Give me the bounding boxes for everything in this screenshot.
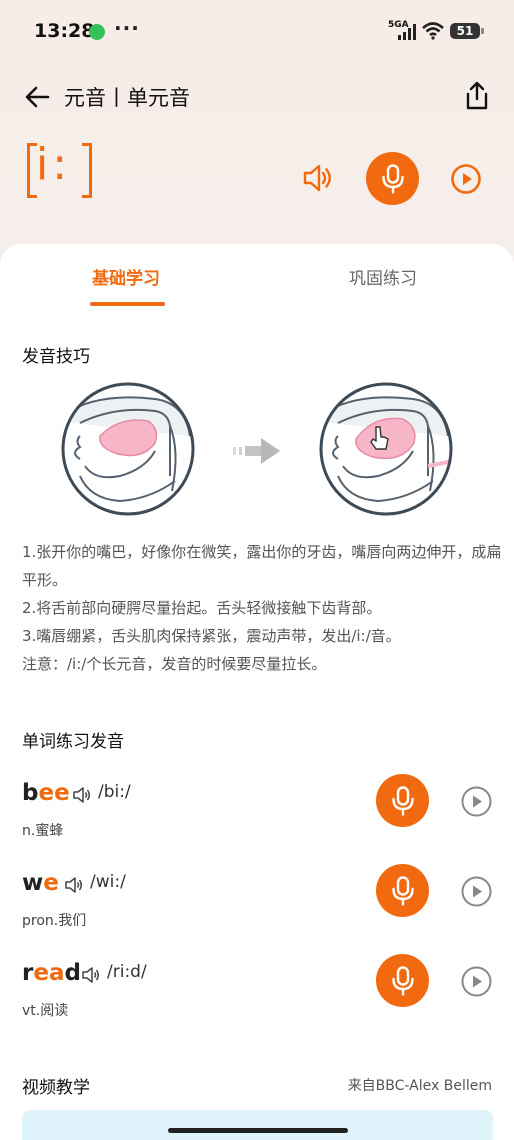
back-arrow-icon[interactable] — [24, 84, 50, 110]
battery-indicator: 51 — [450, 23, 484, 39]
phoneme-bracket-right — [82, 143, 92, 198]
pronunciation-tips-title: 发音技巧 — [22, 347, 90, 367]
tip-line: 2.将舌前部向硬腭尽量抬起。舌头轻微接触下齿背部。 — [22, 599, 382, 617]
video-teaching-title: 视频教学 — [22, 1078, 90, 1098]
wechat-notification-icon — [89, 24, 105, 40]
word-definition: vt.阅读 — [22, 1003, 69, 1019]
tab-basic-learning[interactable]: 基础学习 — [92, 264, 160, 289]
play-icon[interactable] — [450, 163, 482, 195]
record-button[interactable] — [376, 954, 429, 1007]
microphone-icon — [391, 875, 414, 906]
word-definition: n.蜜蜂 — [22, 823, 64, 839]
video-source: 来自BBC-Alex Bellem — [347, 1078, 492, 1094]
microphone-icon — [381, 163, 404, 194]
play-icon[interactable] — [461, 966, 492, 997]
mouth-diagram-after-icon — [319, 382, 453, 516]
word-row: bee /bi:/ n.蜜蜂 — [0, 774, 514, 850]
word-phonetic: /wi:/ — [90, 872, 126, 892]
share-icon[interactable] — [462, 80, 492, 112]
speaker-icon[interactable] — [81, 965, 101, 985]
speaker-icon[interactable] — [302, 162, 334, 194]
word-text: read — [22, 960, 81, 986]
status-time: 13:28 — [34, 20, 95, 42]
speaker-icon[interactable] — [64, 875, 84, 895]
word-text: bee — [22, 780, 70, 806]
transition-arrow-icon — [233, 438, 280, 464]
tab-consolidation-practice[interactable]: 巩固练习 — [349, 264, 417, 289]
pronunciation-tips: 1.张开你的嘴巴，好像你在微笑，露出你的牙齿，嘴唇向两边伸开，成扁平形。 2.将… — [22, 538, 502, 678]
wifi-icon — [422, 22, 444, 40]
mouth-diagram-before-icon — [61, 382, 195, 516]
word-definition: pron.我们 — [22, 913, 87, 929]
play-icon[interactable] — [461, 786, 492, 817]
record-button[interactable] — [366, 152, 419, 205]
signal-icon — [398, 24, 416, 40]
play-icon[interactable] — [461, 876, 492, 907]
page-title: 元音丨单元音 — [64, 86, 190, 110]
video-player[interactable] — [22, 1110, 493, 1140]
word-phonetic: /bi:/ — [98, 782, 131, 802]
active-tab-indicator — [90, 302, 165, 306]
record-button[interactable] — [376, 864, 429, 917]
tip-line: 注意：/i:/个长元音，发音的时候要尽量拉长。 — [22, 655, 327, 673]
tip-line: 1.张开你的嘴巴，好像你在微笑，露出你的牙齿，嘴唇向两边伸开，成扁平形。 — [22, 543, 502, 589]
tip-line: 3.嘴唇绷紧，舌头肌肉保持紧张，震动声带，发出/i:/音。 — [22, 627, 401, 645]
speaker-icon[interactable] — [72, 785, 92, 805]
word-phonetic: /ri:d/ — [107, 962, 147, 982]
home-indicator[interactable] — [168, 1128, 348, 1133]
microphone-icon — [391, 965, 414, 996]
word-row: we /wi:/ pron.我们 — [0, 864, 514, 940]
word-practice-title: 单词练习发音 — [22, 732, 124, 752]
word-text: we — [22, 870, 59, 896]
more-notifications-icon: ··· — [114, 16, 140, 40]
record-button[interactable] — [376, 774, 429, 827]
microphone-icon — [391, 785, 414, 816]
phoneme-symbol: i: — [36, 139, 72, 190]
word-row: read /ri:d/ vt.阅读 — [0, 954, 514, 1030]
status-bar: 13:28 ··· 5GA 51 — [0, 0, 514, 62]
